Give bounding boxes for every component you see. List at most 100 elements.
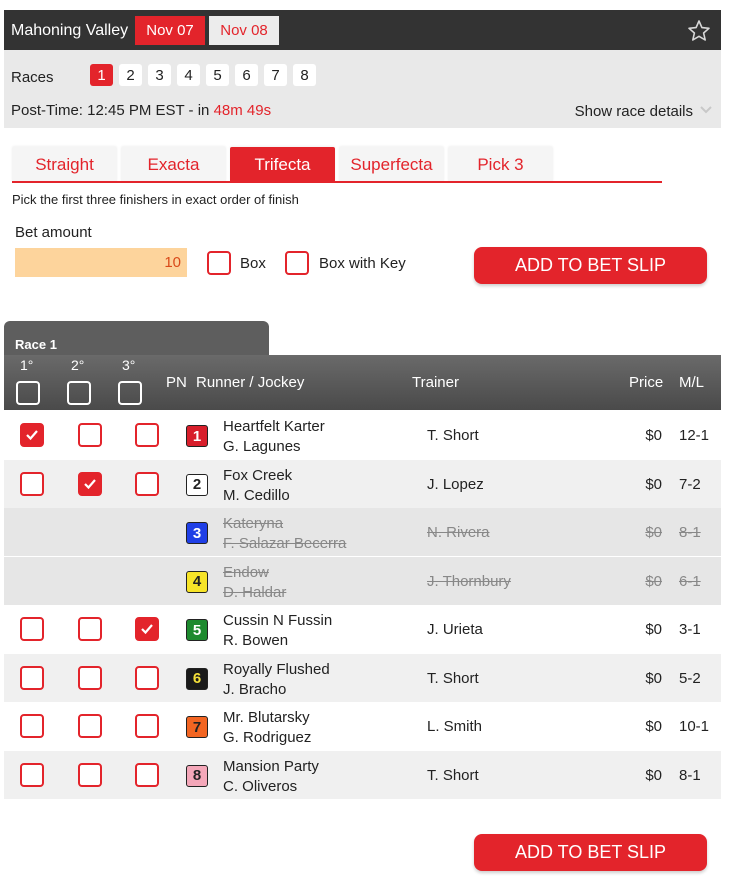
price: $0 bbox=[645, 524, 662, 541]
race-button-3[interactable]: 3 bbox=[148, 64, 171, 86]
pick-third-checkbox[interactable] bbox=[135, 423, 159, 447]
table-row: 6 Royally Flushed J. Bracho T. Short $0 5-2 bbox=[4, 653, 721, 702]
price: $0 bbox=[645, 718, 662, 735]
pick-first-checkbox[interactable] bbox=[20, 423, 44, 447]
track-header: Mahoning Valley Nov 07 Nov 08 bbox=[4, 10, 721, 50]
add-to-bet-slip-button-bottom[interactable]: ADD TO BET SLIP bbox=[474, 834, 707, 871]
pick-second-checkbox[interactable] bbox=[78, 762, 102, 787]
date-tab-nov-08[interactable]: Nov 08 bbox=[209, 16, 279, 45]
select-all-first-checkbox[interactable] bbox=[16, 381, 40, 405]
show-race-details-link[interactable]: Show race details bbox=[575, 103, 693, 120]
pick-third-checkbox[interactable] bbox=[135, 617, 159, 641]
program-number-badge: 4 bbox=[186, 570, 208, 593]
pick-third-checkbox[interactable] bbox=[135, 471, 159, 496]
pick-second-checkbox[interactable] bbox=[78, 714, 102, 738]
select-all-third-checkbox[interactable] bbox=[118, 381, 142, 405]
track-name: Mahoning Valley bbox=[11, 22, 129, 39]
races-label: Races bbox=[11, 69, 54, 86]
select-all-second-checkbox[interactable] bbox=[67, 381, 91, 405]
table-row: 1 Heartfelt Karter G. Lagunes T. Short $0 12-… bbox=[4, 411, 721, 459]
runner-jockey: Heartfelt Karter G. Lagunes bbox=[223, 417, 325, 457]
pick-third-checkbox[interactable] bbox=[135, 714, 159, 738]
runner-name: Endow bbox=[223, 563, 269, 581]
morning-line-odds: 8-1 bbox=[679, 766, 701, 784]
post-time: Post-Time: 12:45 PM EST - in 48m 49s bbox=[11, 102, 271, 119]
morning-line-odds: 8-1 bbox=[679, 524, 701, 541]
race-info-bar: Races 1 2 3 4 5 6 7 8 Post-Time: 12:45 P… bbox=[4, 50, 721, 128]
runner-jockey: Endow D. Haldar bbox=[223, 563, 286, 603]
morning-line-odds: 6-1 bbox=[679, 572, 701, 590]
box-checkbox[interactable] bbox=[207, 251, 231, 275]
pick-second-checkbox[interactable] bbox=[78, 423, 102, 447]
pick-first-checkbox[interactable] bbox=[20, 617, 44, 641]
chevron-down-icon[interactable] bbox=[700, 105, 712, 115]
table-row: 4 Endow D. Haldar J. Thornbury $0 6-1 bbox=[4, 556, 721, 605]
price: $0 bbox=[645, 572, 662, 590]
runner-name: Mansion Party bbox=[223, 757, 319, 775]
jockey-name: F. Salazar Becerra bbox=[223, 535, 347, 552]
checkmark-icon bbox=[84, 478, 96, 489]
jockey-name: G. Lagunes bbox=[223, 438, 301, 455]
runner-name: Heartfelt Karter bbox=[223, 418, 325, 435]
race-button-7[interactable]: 7 bbox=[264, 64, 287, 86]
trainer-name: J. Lopez bbox=[427, 475, 484, 493]
pick-second-checkbox[interactable] bbox=[78, 665, 102, 690]
jockey-name: C. Oliveros bbox=[223, 777, 298, 795]
runner-name: Royally Flushed bbox=[223, 660, 330, 678]
column-header-trainer: Trainer bbox=[412, 374, 459, 391]
race-title: Race 1 bbox=[15, 337, 57, 352]
pick-third-checkbox[interactable] bbox=[135, 762, 159, 787]
position-label-1: 1° bbox=[20, 357, 34, 373]
runner-jockey: Royally Flushed J. Bracho bbox=[223, 660, 330, 700]
table-row: 5 Cussin N Fussin R. Bowen J. Urieta $0 3-1 bbox=[4, 605, 721, 653]
column-header-price: Price bbox=[629, 374, 664, 391]
pick-second-checkbox[interactable] bbox=[78, 471, 102, 496]
trainer-name: T. Short bbox=[427, 669, 479, 687]
runner-jockey: Mr. Blutarsky G. Rodriguez bbox=[223, 708, 311, 748]
tab-pick-3[interactable]: Pick 3 bbox=[448, 147, 553, 182]
table-header bbox=[4, 355, 721, 410]
pick-second-checkbox[interactable] bbox=[78, 617, 102, 641]
box-with-key-label: Box with Key bbox=[319, 255, 406, 272]
box-with-key-checkbox[interactable] bbox=[285, 251, 309, 275]
runner-name: Cussin N Fussin bbox=[223, 612, 333, 629]
race-button-2[interactable]: 2 bbox=[119, 64, 142, 86]
runner-jockey: Cussin N Fussin R. Bowen bbox=[223, 611, 332, 651]
morning-line-odds: 7-2 bbox=[679, 475, 701, 493]
race-button-4[interactable]: 4 bbox=[177, 64, 200, 86]
countdown: 48m 49s bbox=[213, 102, 272, 119]
runner-jockey: Kateryna F. Salazar Becerra bbox=[223, 514, 346, 554]
trainer-name: N. Rivera bbox=[427, 524, 490, 541]
pick-first-checkbox[interactable] bbox=[20, 714, 44, 738]
bet-amount-label: Bet amount bbox=[15, 224, 92, 241]
program-number-badge: 3 bbox=[186, 522, 208, 544]
trainer-name: T. Short bbox=[427, 766, 479, 784]
tab-superfecta[interactable]: Superfecta bbox=[339, 147, 444, 182]
tab-straight[interactable]: Straight bbox=[12, 147, 117, 182]
program-number-badge: 8 bbox=[186, 764, 208, 787]
favorite-star-icon[interactable] bbox=[687, 19, 711, 43]
price: $0 bbox=[645, 621, 662, 638]
pick-first-checkbox[interactable] bbox=[20, 762, 44, 787]
program-number-badge: 1 bbox=[186, 425, 208, 447]
jockey-name: J. Bracho bbox=[223, 680, 287, 698]
jockey-name: G. Rodriguez bbox=[223, 729, 312, 746]
date-tab-nov-07[interactable]: Nov 07 bbox=[135, 16, 205, 45]
race-button-1[interactable]: 1 bbox=[90, 64, 113, 86]
price: $0 bbox=[645, 475, 662, 493]
pick-first-checkbox[interactable] bbox=[20, 665, 44, 690]
box-label: Box bbox=[240, 255, 266, 272]
tab-trifecta[interactable]: Trifecta bbox=[230, 147, 335, 182]
pick-third-checkbox[interactable] bbox=[135, 665, 159, 690]
price: $0 bbox=[645, 427, 662, 444]
tab-exacta[interactable]: Exacta bbox=[121, 147, 226, 182]
race-button-8[interactable]: 8 bbox=[293, 64, 316, 86]
pick-first-checkbox[interactable] bbox=[20, 471, 44, 496]
checkmark-icon bbox=[141, 624, 153, 635]
column-header-runner: Runner / Jockey bbox=[196, 374, 305, 391]
race-button-6[interactable]: 6 bbox=[235, 64, 258, 86]
bet-amount-input[interactable] bbox=[15, 248, 187, 277]
position-label-3: 3° bbox=[122, 357, 136, 373]
add-to-bet-slip-button[interactable]: ADD TO BET SLIP bbox=[474, 247, 707, 284]
race-button-5[interactable]: 5 bbox=[206, 64, 229, 86]
